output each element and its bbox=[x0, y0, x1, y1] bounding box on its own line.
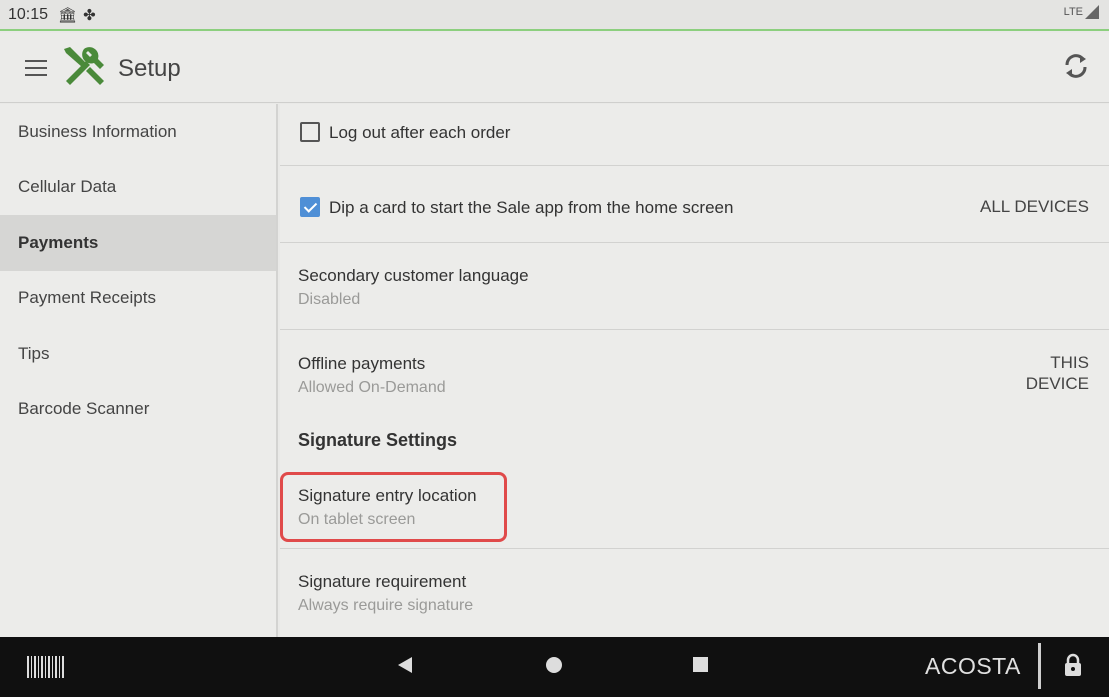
secondary-language-label: Secondary customer language bbox=[298, 266, 529, 285]
bank-icon: 🏛 bbox=[58, 6, 78, 24]
sidebar-item-label: Business Information bbox=[18, 121, 177, 141]
sidebar-item-payments[interactable]: Payments bbox=[0, 215, 276, 271]
signature-requirement-row[interactable]: Signature requirement Always require sig… bbox=[280, 549, 1109, 637]
sidebar-item-label: Payments bbox=[18, 232, 99, 252]
highlight-box bbox=[280, 472, 507, 542]
sidebar-item-cellular-data[interactable]: Cellular Data bbox=[0, 160, 276, 216]
divider bbox=[1038, 643, 1041, 689]
sidebar-item-label: Cellular Data bbox=[18, 177, 117, 197]
scope-badge: THIS DEVICE bbox=[1026, 352, 1089, 394]
scope-badge: ALL DEVICES bbox=[980, 197, 1089, 216]
settings-panel: Log out after each order Dip a card to s… bbox=[280, 104, 1109, 637]
signal-icon bbox=[1085, 5, 1099, 19]
logout-setting-row[interactable]: Log out after each order bbox=[280, 104, 1109, 166]
sidebar-item-tips[interactable]: Tips bbox=[0, 326, 276, 382]
status-time: 10:15 bbox=[8, 5, 49, 23]
logout-label: Log out after each order bbox=[329, 123, 511, 142]
section-title: Signature Settings bbox=[298, 430, 458, 450]
sidebar-item-payment-receipts[interactable]: Payment Receipts bbox=[0, 271, 276, 327]
logout-checkbox[interactable] bbox=[300, 122, 320, 142]
recent-apps-icon[interactable] bbox=[693, 657, 708, 672]
sidebar: Business Information Cellular Data Payme… bbox=[0, 104, 278, 637]
back-icon[interactable] bbox=[398, 657, 412, 673]
user-name[interactable]: ACOSTA bbox=[925, 653, 1021, 680]
dip-card-setting-row[interactable]: Dip a card to start the Sale app from th… bbox=[280, 166, 1109, 243]
offline-payments-row[interactable]: Offline payments Allowed On-Demand THIS … bbox=[280, 330, 1109, 418]
app-bar: Setup bbox=[0, 33, 1109, 103]
dip-card-checkbox[interactable] bbox=[300, 197, 320, 217]
menu-icon[interactable] bbox=[25, 60, 47, 76]
network-label: LTE bbox=[1063, 6, 1083, 18]
sidebar-item-barcode-scanner[interactable]: Barcode Scanner bbox=[0, 382, 276, 438]
lock-icon[interactable] bbox=[1063, 653, 1083, 677]
tools-icon bbox=[64, 47, 104, 85]
offline-payments-label: Offline payments bbox=[298, 354, 426, 373]
scope-line: DEVICE bbox=[1025, 374, 1089, 393]
status-bar: 10:15 🏛 ✤ LTE bbox=[0, 0, 1109, 31]
home-icon[interactable] bbox=[546, 657, 562, 673]
sync-icon[interactable] bbox=[1061, 51, 1091, 81]
signature-requirement-value: Always require signature bbox=[298, 597, 474, 614]
sidebar-item-label: Barcode Scanner bbox=[18, 399, 150, 419]
pinwheel-icon: ✤ bbox=[83, 6, 96, 24]
secondary-language-value: Disabled bbox=[298, 291, 361, 308]
nav-bar: ACOSTA bbox=[0, 637, 1109, 697]
sidebar-item-label: Payment Receipts bbox=[18, 288, 156, 308]
page-title: Setup bbox=[118, 55, 181, 82]
sidebar-item-label: Tips bbox=[18, 343, 50, 363]
offline-payments-value: Allowed On-Demand bbox=[298, 379, 446, 396]
dip-card-label: Dip a card to start the Sale app from th… bbox=[329, 198, 734, 217]
scope-line: THIS bbox=[1050, 353, 1089, 372]
sidebar-item-business-information[interactable]: Business Information bbox=[0, 104, 276, 160]
secondary-language-row[interactable]: Secondary customer language Disabled bbox=[280, 243, 1109, 330]
signature-requirement-label: Signature requirement bbox=[298, 572, 467, 591]
barcode-icon[interactable] bbox=[27, 656, 65, 678]
